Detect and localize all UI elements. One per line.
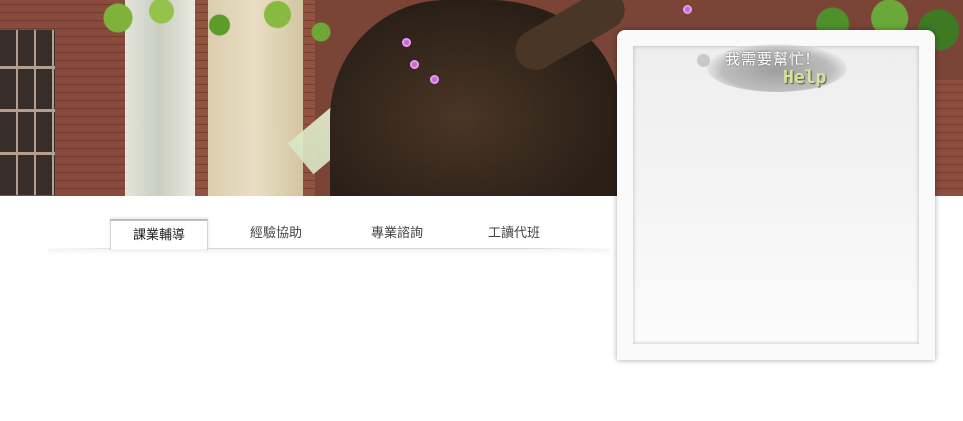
leaves-left [60,0,350,60]
tab-consultation[interactable]: 專業諮詢 [349,219,445,248]
tab-part-time[interactable]: 工讀代班 [466,219,562,248]
flower [402,38,411,47]
window-grid [0,30,55,195]
flower [430,75,439,84]
tab-experience[interactable]: 經驗協助 [228,219,324,248]
help-panel: 我需要幫忙! Help [617,30,935,360]
flower [683,5,692,14]
tab-shadow [48,249,610,255]
tab-tutoring[interactable]: 課業輔導 [110,219,208,250]
flower [410,60,419,69]
help-title-en: Help [783,67,827,88]
help-title-zh: 我需要幫忙! [725,50,813,68]
tab-bar: 課業輔導 經驗協助 專業諮詢 工讀代班 [48,219,610,250]
